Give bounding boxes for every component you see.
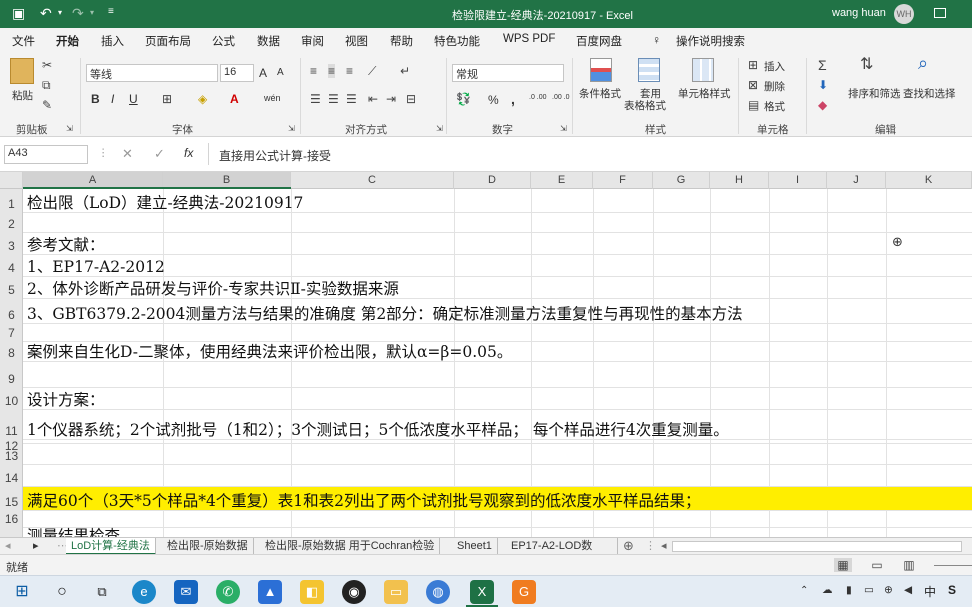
tray-globe-icon[interactable]: ⊕ [884, 584, 893, 596]
gridline [23, 232, 972, 233]
cell-text[interactable]: 3、GBT6379.2-2004测量方法与结果的准确度 第2部分：确定标准测量方… [27, 302, 743, 324]
sheet-tab-ep17[interactable]: EP17-A2-LOD数 [506, 538, 618, 555]
sheet-tab-sheet1[interactable]: Sheet1 [452, 538, 498, 555]
more-tabs-icon[interactable]: ⋯ [52, 538, 68, 555]
cell-text[interactable]: 测量结果检查 [27, 524, 120, 537]
cell-text[interactable]: 检出限（LoD）建立-经典法-20210917 [27, 191, 303, 213]
wechat-icon[interactable]: ✆ [216, 580, 240, 604]
scroll-tabs-left-icon[interactable]: ◂ [0, 538, 20, 555]
photos-icon[interactable]: ▲ [258, 580, 282, 604]
normal-view-icon[interactable]: ▦ [834, 558, 852, 572]
gridline [23, 409, 972, 410]
cell-text[interactable]: 2、体外诊断产品研发与评价-专家共识Ⅱ-实验数据来源 [27, 277, 399, 299]
tray-network-icon[interactable]: ▭ [864, 584, 874, 596]
mail-icon[interactable]: ✉ [174, 580, 198, 604]
obs-icon[interactable]: ◉ [342, 580, 366, 604]
tray-app-icon[interactable]: S [948, 583, 956, 597]
cell-cursor-icon: ⊕ [892, 234, 903, 249]
sheet-tab-bar: ◂ ▸ ⋯ LoD计算-经典法 检出限-原始数据 检出限-原始数据 用于Coch… [0, 537, 972, 555]
cell-text[interactable]: 1个仪器系统；2个试剂批号（1和2）；3个测试日；5个低浓度水平样品； 每个样品… [27, 418, 729, 440]
horizontal-scrollbar[interactable] [672, 541, 962, 552]
gridline [23, 464, 972, 465]
app-icon[interactable]: G [512, 580, 536, 604]
gridline [23, 254, 972, 255]
zoom-slider[interactable] [934, 565, 972, 566]
page-break-view-icon[interactable]: ▥ [900, 558, 918, 572]
sheet-tab-lod-calc[interactable]: LoD计算-经典法 [66, 538, 156, 555]
excel-icon[interactable]: X [470, 580, 494, 604]
cell-text[interactable]: 案例来自生化D-二聚体，使用经典法来评价检出限，默认α=β=0.05。 [27, 340, 512, 362]
status-bar: 就绪 ▦ ▭ ▥ [0, 554, 972, 575]
status-ready: 就绪 [6, 562, 28, 574]
windows-start-icon[interactable]: ⊞ [10, 580, 34, 604]
hscroll-left-icon[interactable]: ◂ [656, 538, 672, 555]
ime-indicator[interactable]: 中 [924, 583, 936, 600]
add-sheet-icon[interactable]: ⊕ [618, 538, 640, 555]
cell-text[interactable]: 1、EP17-A2-2012 [27, 255, 165, 277]
taskbar: ⊞ ○ ⧉ e ✉ ✆ ▲ ◧ ◉ ▭ ◍ X G ⌃ ☁ ▮ ▭ ⊕ ◀ 中 … [0, 575, 972, 607]
tray-chevron-icon[interactable]: ⌃ [800, 585, 808, 596]
cell-text[interactable]: 满足60个（3天*5个样品*4个重复）表1和表2列出了两个试剂批号观察到的低浓度… [27, 489, 701, 511]
cell-text[interactable]: 参考文献： [27, 233, 105, 255]
gridline [23, 486, 972, 487]
tray-cloud-icon[interactable]: ☁ [822, 584, 833, 596]
browser-icon[interactable]: ◍ [426, 580, 450, 604]
tray-volume-icon[interactable]: ◀ [904, 584, 912, 596]
grid-body: 检出限（LoD）建立-经典法-20210917 参考文献： 1、EP17-A2-20… [0, 0, 972, 537]
gridline [23, 443, 972, 444]
sticky-app-icon[interactable]: ◧ [300, 580, 324, 604]
search-icon[interactable]: ○ [50, 580, 74, 604]
gridline [23, 387, 972, 388]
gridline [23, 527, 972, 528]
file-explorer-icon[interactable]: ▭ [384, 580, 408, 604]
task-view-icon[interactable]: ⧉ [90, 580, 114, 604]
scroll-tabs-right-icon[interactable]: ▸ [28, 538, 48, 555]
sheet-tab-raw-data[interactable]: 检出限-原始数据 [162, 538, 254, 555]
more-tabs-right-icon[interactable]: ⋮ [640, 538, 656, 555]
page-layout-view-icon[interactable]: ▭ [868, 558, 886, 572]
cell-text[interactable]: 设计方案： [27, 388, 105, 410]
edge-icon[interactable]: e [132, 580, 156, 604]
sheet-tab-cochran[interactable]: 检出限-原始数据 用于Cochran检验 [260, 538, 441, 555]
tray-battery-icon[interactable]: ▮ [846, 584, 852, 596]
